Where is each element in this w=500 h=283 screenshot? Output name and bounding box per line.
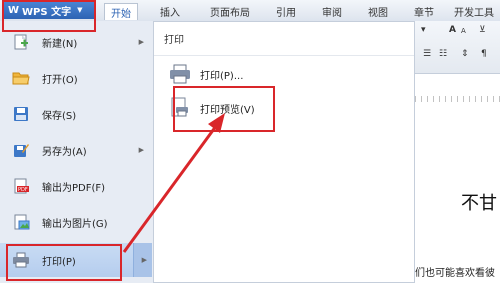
menu-item-label: 输出为图片(G) <box>42 218 108 230</box>
tab-developer[interactable]: 开发工具 <box>448 3 500 19</box>
menu-item-label: 打印(P) <box>42 256 76 268</box>
app-menu-button[interactable]: W WPS 文字 ▼ <box>4 1 96 19</box>
wps-logo-icon: W <box>8 4 20 16</box>
tab-references[interactable]: 引用 <box>266 3 306 19</box>
menu-item-label: 打开(O) <box>42 74 78 86</box>
file-menu: 新建(N) ▶ 打开(O) 保存(S) 另存为(A) ▶ PDF 输出为PDF(… <box>0 21 154 283</box>
document-area[interactable]: ▾ A A ⊻ ☰ ☷ ⇕ ¶ 不甘 们也可能喜欢看彼 <box>415 21 500 283</box>
submenu-item-print-preview[interactable]: 打印预览(V) <box>168 92 368 124</box>
menu-item-export-pdf[interactable]: PDF 输出为PDF(F) <box>0 169 152 203</box>
tab-view[interactable]: 视图 <box>358 3 398 19</box>
document-heading: 不甘 <box>461 193 497 214</box>
svg-text:PDF: PDF <box>18 187 28 193</box>
menu-item-label: 另存为(A) <box>42 146 87 158</box>
tab-insert[interactable]: 插入 <box>150 3 190 19</box>
tab-review[interactable]: 审阅 <box>312 3 352 19</box>
menu-item-new[interactable]: 新建(N) ▶ <box>0 25 152 59</box>
chevron-down-icon: ▼ <box>77 6 83 14</box>
horizontal-ruler <box>415 96 500 102</box>
folder-icon <box>12 72 30 85</box>
menu-item-print[interactable]: 打印(P) ▶ <box>0 243 152 277</box>
chevron-right-icon: ▶ <box>138 38 144 46</box>
submenu-item-label: 打印(P)... <box>200 70 244 82</box>
print-preview-icon <box>171 97 188 117</box>
image-export-icon <box>14 214 30 230</box>
shrink-font-button[interactable]: A <box>461 27 466 35</box>
tab-chapter[interactable]: 章节 <box>404 3 444 19</box>
printer-icon <box>13 252 29 268</box>
clear-format-icon[interactable]: ⊻ <box>479 25 486 35</box>
submenu-item-label: 打印预览(V) <box>200 104 255 116</box>
app-name: WPS 文字 <box>22 6 72 18</box>
formatting-toolbar: ▾ A A ⊻ ☰ ☷ ⇕ ¶ <box>415 21 500 74</box>
new-doc-icon <box>14 34 28 50</box>
ribbon-tab-bar: W WPS 文字 ▼ 开始 插入 页面布局 引用 审阅 视图 章节 开发工具 <box>0 0 500 22</box>
tab-page-layout[interactable]: 页面布局 <box>200 3 260 19</box>
printer-icon <box>170 64 190 84</box>
menu-item-label: 新建(N) <box>42 38 78 50</box>
font-size-dropdown[interactable]: ▾ <box>421 25 426 35</box>
chevron-right-icon: ▶ <box>141 256 147 264</box>
save-as-icon <box>14 144 29 157</box>
menu-item-export-image[interactable]: 输出为图片(G) <box>0 205 152 239</box>
document-text-line: 们也可能喜欢看彼 <box>415 268 495 279</box>
pdf-icon: PDF <box>14 178 29 194</box>
submenu-item-print[interactable]: 打印(P)... <box>168 58 368 90</box>
grow-font-button[interactable]: A <box>449 25 456 35</box>
menu-item-save-as[interactable]: 另存为(A) ▶ <box>0 133 152 167</box>
save-icon <box>14 107 28 121</box>
align-justify-icon[interactable]: ☰ <box>423 49 431 59</box>
submenu-title: 打印 <box>154 22 414 56</box>
menu-item-label: 输出为PDF(F) <box>42 182 106 194</box>
menu-item-save[interactable]: 保存(S) <box>0 97 152 131</box>
align-distribute-icon[interactable]: ☷ <box>439 49 447 59</box>
print-submenu: 打印 打印(P)... 打印预览(V) <box>153 21 415 283</box>
chevron-right-icon: ▶ <box>138 146 144 154</box>
tab-home[interactable]: 开始 <box>104 3 138 20</box>
paragraph-mark-icon[interactable]: ¶ <box>481 49 487 59</box>
menu-item-label: 保存(S) <box>42 110 77 122</box>
menu-item-open[interactable]: 打开(O) <box>0 61 152 95</box>
line-spacing-icon[interactable]: ⇕ <box>461 49 469 59</box>
